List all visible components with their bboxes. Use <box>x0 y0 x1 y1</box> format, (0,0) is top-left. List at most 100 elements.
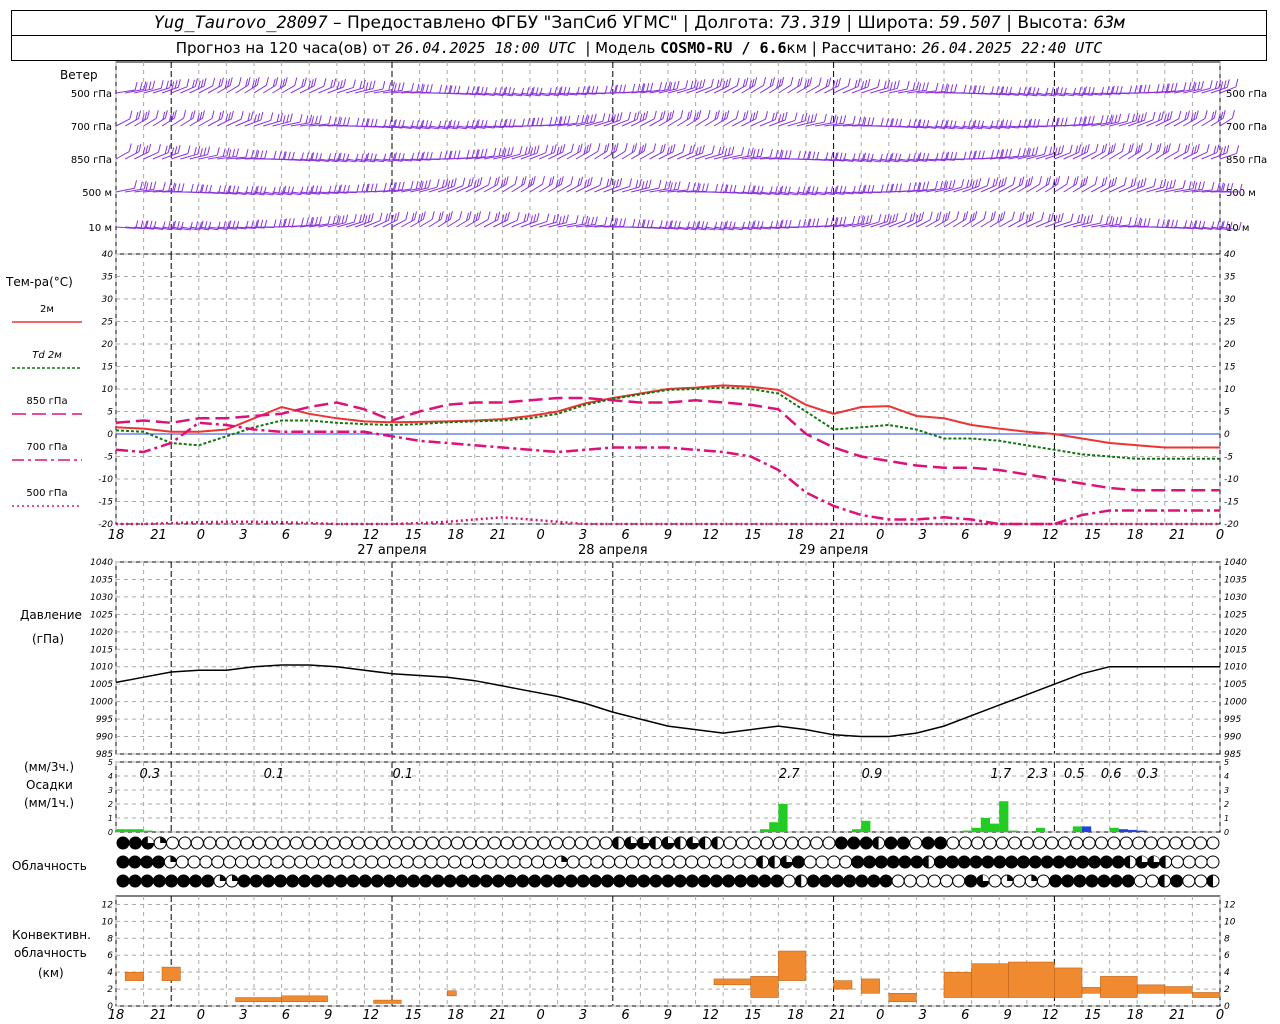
x-tick-label-bottom: 18 <box>787 1008 804 1023</box>
cloud-symbol <box>708 855 722 869</box>
wind-barb-flag <box>552 214 556 224</box>
wind-barb <box>594 120 612 127</box>
cloud-clear-icon <box>389 855 402 869</box>
wind-level-label-right: 850 гПа <box>1226 155 1267 166</box>
cloud-symbol <box>988 874 1002 888</box>
cloud-clear-icon <box>389 836 402 850</box>
cloud-full-icon <box>334 874 348 888</box>
wind-barb-flag <box>478 211 482 220</box>
x-tick-label: 0 <box>876 528 884 543</box>
wind-barb-flag <box>867 78 871 88</box>
cloud-full-icon <box>552 874 566 888</box>
wind-barb-flag <box>978 178 982 187</box>
y-tick-label-temp: 40 <box>102 250 114 260</box>
wind-barb-flag <box>562 143 566 153</box>
wind-barb <box>897 219 914 228</box>
wind-barb-flag <box>871 117 875 126</box>
y-tick-label-right-temp: 10 <box>1224 385 1236 395</box>
wind-barb-flag <box>803 151 807 160</box>
wind-barb-flag <box>889 82 893 91</box>
wind-barb-flag <box>646 219 650 228</box>
wind-barb-flag <box>496 176 500 185</box>
wind-barb-flag <box>1078 116 1082 125</box>
wind-barb-flag <box>1078 144 1082 153</box>
wind-barb-flag <box>731 146 735 155</box>
cloud-clear-icon <box>376 836 390 850</box>
cloud-mostly-gap <box>786 856 793 862</box>
wind-barb-flag <box>590 216 594 226</box>
cloud-symbol <box>839 855 853 869</box>
wind-barb-flag <box>294 77 298 86</box>
cloud-symbol <box>1109 874 1123 888</box>
wind-barb-flag <box>560 176 564 185</box>
wind-barb-flag <box>1076 214 1080 224</box>
wind-barb <box>180 85 196 94</box>
cloud-symbol <box>270 855 284 869</box>
wind-barb-flag <box>416 83 420 92</box>
y-tick-label-temp: -5 <box>104 453 113 463</box>
wind-barb-flag <box>1196 143 1200 153</box>
wind-barb-flag <box>138 110 142 119</box>
wind-barb-flag <box>705 183 709 192</box>
wind-barb-flag <box>1158 143 1162 152</box>
cloud-symbol <box>983 836 997 850</box>
cloud-symbol <box>898 855 912 869</box>
cloud-symbol <box>1082 836 1096 850</box>
cloud-clear-icon <box>1033 836 1047 850</box>
wind-barb-flag <box>273 150 277 160</box>
wind-barb-flag <box>947 211 951 220</box>
y-tick-label-right-temp: 35 <box>1224 273 1236 283</box>
x-tick-label: 12 <box>362 528 379 543</box>
precip-total-label: 0.6 <box>1101 767 1122 782</box>
cloud-symbol <box>401 836 415 850</box>
cloud-clear-icon <box>810 836 824 850</box>
cloud-symbol <box>590 855 604 869</box>
cloud-symbol <box>1182 855 1196 869</box>
cloud-clear-icon <box>1119 836 1133 850</box>
cloud-clear-icon <box>258 855 272 869</box>
conv-cloud-bar <box>943 971 972 998</box>
wind-barb-flag <box>1143 177 1147 187</box>
wind-barb-flag <box>754 77 758 86</box>
cloud-symbol <box>1028 855 1042 869</box>
wind-barb-flag <box>857 78 861 87</box>
conv-cloud-bar <box>161 966 181 981</box>
x-tick-label: 21 <box>830 528 847 543</box>
wind-barb <box>1137 119 1154 127</box>
wind-barb-flag <box>981 150 985 159</box>
cloud-clear-icon <box>166 836 180 850</box>
cloud-symbol <box>1049 874 1063 888</box>
cloud-clear-icon <box>661 855 675 869</box>
wind-barb-flag <box>401 82 405 91</box>
cloud-symbol <box>298 874 312 888</box>
cloud-partly-fill <box>232 875 238 881</box>
wind-barb-flag <box>1216 182 1220 192</box>
cloud-symbol <box>874 855 888 869</box>
wind-barb <box>1035 153 1054 160</box>
wind-barb-flag <box>510 146 514 155</box>
wind-barb-flag <box>587 217 591 226</box>
cloud-clear-icon <box>246 855 260 869</box>
wind-barb-flag <box>710 78 714 87</box>
precip-bar <box>254 831 264 832</box>
y-tick-label-prec: 0 <box>108 828 113 837</box>
cloud-symbol <box>1076 855 1090 869</box>
cloud-symbol <box>1181 836 1195 850</box>
conv-cloud-bar <box>446 990 457 997</box>
cloud-symbol <box>576 874 590 888</box>
wind-barb-flag <box>935 82 939 92</box>
wind-barb-flag <box>695 147 699 156</box>
wind-barb-flag <box>333 116 337 126</box>
wind-barb-flag <box>1161 83 1165 92</box>
wind-barb-flag <box>318 115 322 124</box>
cloud-symbol <box>152 855 166 869</box>
cloud-full-icon <box>834 836 848 850</box>
wind-barb-flag <box>701 183 705 192</box>
cloud-symbol <box>1123 855 1137 869</box>
wind-barb-flag <box>690 80 694 89</box>
wind-barb-flag <box>1169 180 1173 189</box>
cloud-clear-icon <box>803 855 817 869</box>
x-tick-label-bottom: 18 <box>1127 1008 1144 1023</box>
cloud-half-fill <box>795 875 802 887</box>
wind-barb-flag <box>1090 214 1094 223</box>
